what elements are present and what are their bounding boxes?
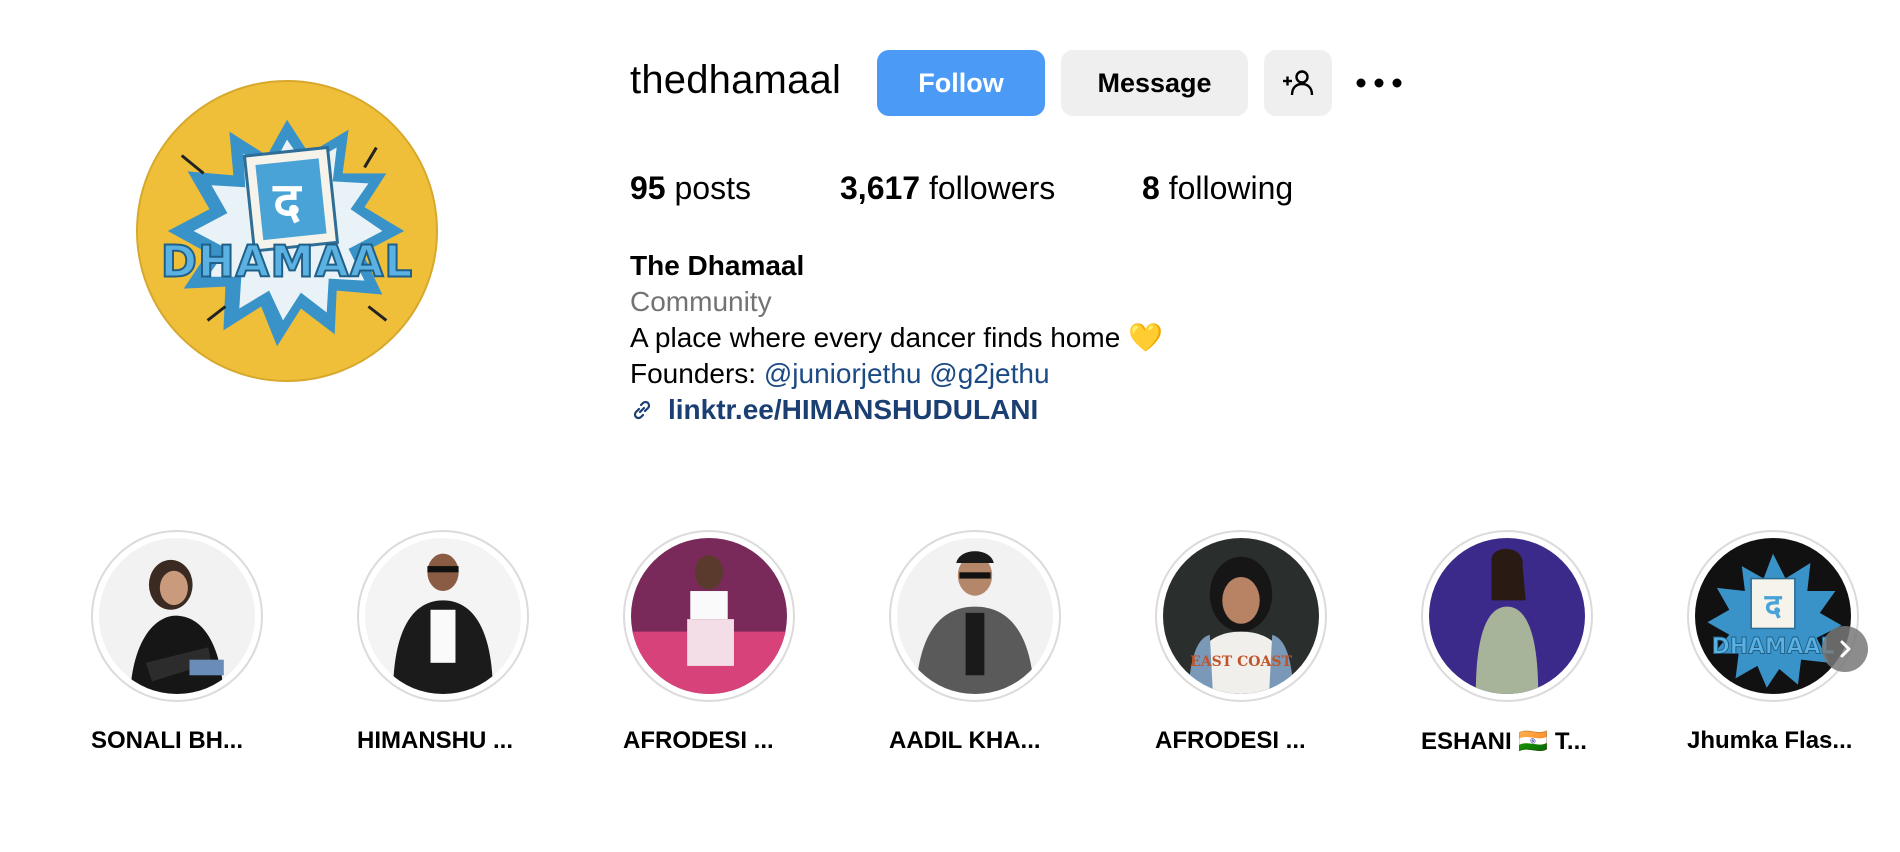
highlight-photo bbox=[1429, 538, 1585, 694]
highlight-item[interactable]: HIMANSHU ... bbox=[357, 530, 529, 754]
highlight-cover[interactable]: द DHAMAAL bbox=[1687, 530, 1859, 702]
follow-button[interactable]: Follow bbox=[877, 50, 1045, 116]
link-icon bbox=[633, 400, 651, 420]
highlight-cover[interactable] bbox=[889, 530, 1061, 702]
suggested-users-button[interactable] bbox=[1264, 50, 1332, 116]
highlight-label: AFRODESI ... bbox=[1155, 727, 1306, 754]
mention-link-juniorjethu[interactable]: @juniorjethu bbox=[764, 358, 922, 389]
message-button[interactable]: Message bbox=[1061, 50, 1248, 116]
highlight-cover[interactable] bbox=[623, 530, 795, 702]
highlight-cover[interactable] bbox=[357, 530, 529, 702]
highlight-label: HIMANSHU ... bbox=[357, 727, 513, 754]
dhamaal-logo: द DHAMAAL bbox=[1695, 538, 1851, 694]
chevron-right-icon bbox=[1840, 640, 1851, 658]
profile-username: thedhamaal bbox=[630, 58, 842, 102]
highlight-label: AFRODESI ... bbox=[623, 727, 774, 754]
highlight-photo bbox=[365, 538, 521, 694]
posts-stat: 95 posts bbox=[630, 170, 751, 207]
following-stat[interactable]: 8 following bbox=[1142, 170, 1293, 207]
svg-text:EAST COAST: EAST COAST bbox=[1190, 654, 1292, 670]
highlight-photo bbox=[99, 538, 255, 694]
highlight-item[interactable]: AADIL KHA... bbox=[889, 530, 1061, 754]
posts-label: posts bbox=[674, 170, 751, 206]
bio-text: A place where every dancer finds home 💛 bbox=[630, 322, 1163, 353]
more-options-button[interactable] bbox=[1355, 64, 1403, 102]
highlight-item[interactable]: ESHANI 🇮🇳 T... bbox=[1421, 530, 1593, 755]
following-label: following bbox=[1168, 170, 1294, 206]
more-options-icon bbox=[1356, 78, 1402, 88]
posts-count: 95 bbox=[630, 170, 666, 206]
bio-category: Community bbox=[630, 286, 772, 317]
following-count: 8 bbox=[1142, 170, 1160, 206]
svg-text:द: द bbox=[272, 172, 302, 232]
highlight-item[interactable]: EAST COAST AFRODESI ... bbox=[1155, 530, 1327, 754]
followers-count: 3,617 bbox=[840, 170, 921, 206]
bio-founders: Founders: @juniorjethu @g2jethu bbox=[630, 356, 1050, 392]
highlight-item[interactable]: AFRODESI ... bbox=[623, 530, 795, 754]
highlight-label: SONALI BH... bbox=[91, 727, 244, 754]
highlight-item[interactable]: SONALI BH... bbox=[91, 530, 263, 754]
mention-link-g2jethu[interactable]: @g2jethu bbox=[929, 358, 1049, 389]
highlight-cover[interactable] bbox=[1421, 530, 1593, 702]
followers-label: followers bbox=[928, 170, 1056, 206]
highlight-label: Jhumka Flas... bbox=[1687, 727, 1853, 754]
add-person-icon bbox=[1283, 70, 1314, 96]
dhamaal-logo: द DHAMAAL bbox=[138, 82, 436, 380]
svg-text:DHAMAAL: DHAMAAL bbox=[161, 237, 414, 288]
highlight-item[interactable]: द DHAMAAL Jhumka Flas... bbox=[1687, 530, 1859, 754]
highlight-cover[interactable]: EAST COAST bbox=[1155, 530, 1327, 702]
founders-prefix: Founders: bbox=[630, 358, 764, 389]
profile-avatar[interactable]: द DHAMAAL bbox=[136, 80, 438, 382]
svg-text:द: द bbox=[1764, 588, 1783, 624]
highlight-photo: EAST COAST bbox=[1163, 538, 1319, 694]
svg-text:DHAMAAL: DHAMAAL bbox=[1712, 634, 1835, 659]
highlight-label: ESHANI 🇮🇳 T... bbox=[1421, 728, 1587, 755]
highlights-next-button[interactable] bbox=[1822, 626, 1868, 672]
bio-external-link[interactable]: linktr.ee/HIMANSHUDULANI bbox=[630, 392, 1038, 428]
bio-name: The Dhamaal bbox=[630, 250, 805, 281]
bio-link-text[interactable]: linktr.ee/HIMANSHUDULANI bbox=[668, 392, 1038, 428]
highlight-label: AADIL KHA... bbox=[889, 727, 1041, 754]
followers-stat[interactable]: 3,617 followers bbox=[840, 170, 1055, 207]
highlight-photo bbox=[897, 538, 1053, 694]
highlight-cover[interactable] bbox=[91, 530, 263, 702]
highlight-photo bbox=[631, 538, 787, 694]
